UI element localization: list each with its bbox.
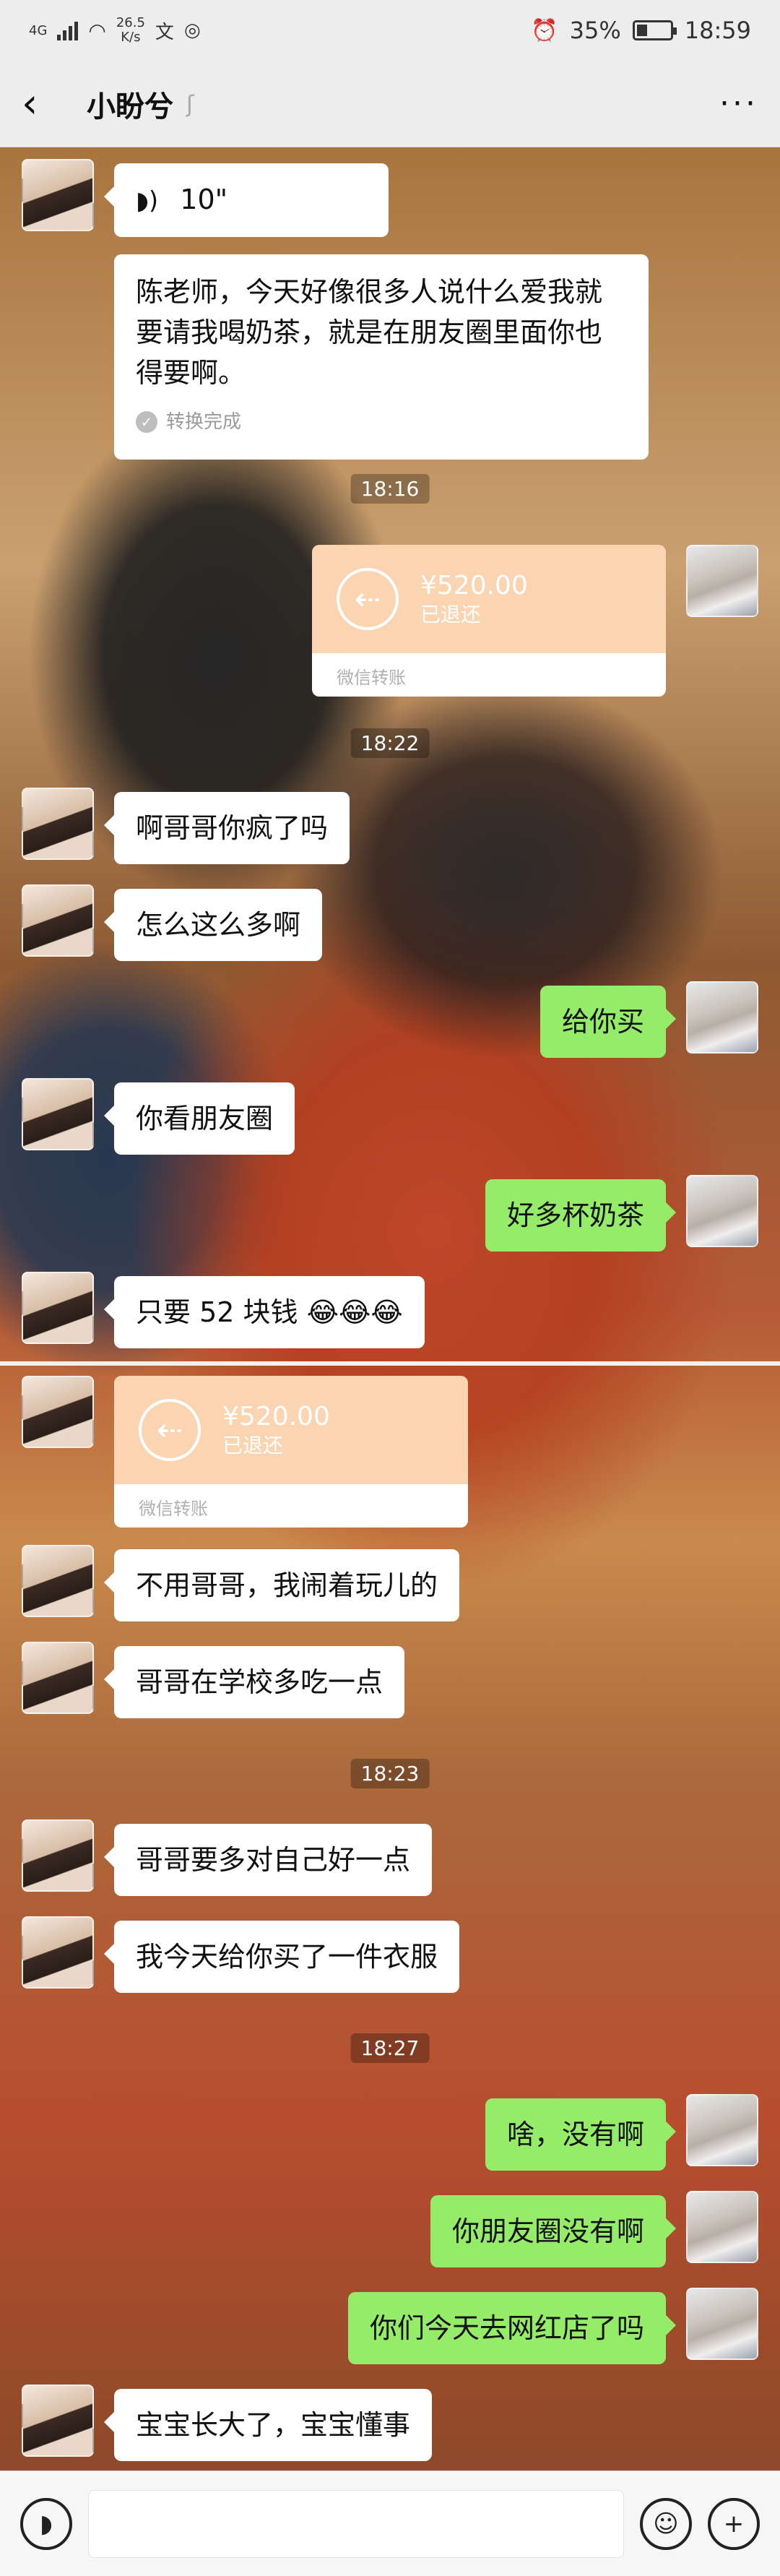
chat-header: ‹ 小盼兮 ʃ ··· xyxy=(0,61,780,147)
avatar[interactable] xyxy=(686,2191,758,2263)
avatar[interactable] xyxy=(22,1376,94,1448)
chevron-left-icon[interactable]: ‹ xyxy=(22,80,65,127)
message-input[interactable] xyxy=(88,2489,624,2558)
avatar[interactable] xyxy=(22,884,94,957)
avatar[interactable] xyxy=(22,159,94,231)
text-message[interactable]: 不用哥哥，我闹着玩儿的 xyxy=(103,1549,460,1621)
text-message[interactable]: 我今天给你买了一件衣服 xyxy=(103,1921,460,1993)
settings-icon: ◎ xyxy=(183,20,201,41)
chat-area[interactable]: ◗) 10" 陈老师，今天好像很多人说什么爱我就要请我喝奶茶，就是在朋友圈里面你… xyxy=(0,147,780,2471)
transcript-text: 陈老师，今天好像很多人说什么爱我就要请我喝奶茶，就是在朋友圈里面你也得要啊。 xyxy=(136,276,603,389)
avatar[interactable] xyxy=(686,981,758,1054)
voice-transcript: 陈老师，今天好像很多人说什么爱我就要请我喝奶茶，就是在朋友圈里面你也得要啊。 ✓… xyxy=(114,254,649,460)
check-icon: ✓ xyxy=(136,411,157,433)
avatar[interactable] xyxy=(22,1272,94,1344)
clock: 18:59 xyxy=(684,17,751,44)
return-arrow-icon: ⇠ xyxy=(337,568,399,630)
text-message[interactable]: 哥哥在学校多吃一点 xyxy=(103,1646,405,1718)
emoji-icon[interactable]: ☺ xyxy=(640,2497,692,2550)
input-bar: ◗ ☺ + xyxy=(0,2471,780,2576)
transfer-amount: ¥520.00 xyxy=(222,1402,330,1431)
message-text: 只要 52 块钱 xyxy=(136,1296,298,1328)
voice-duration: 10" xyxy=(180,184,228,215)
avatar[interactable] xyxy=(22,788,94,860)
timestamp: 18:27 xyxy=(350,2033,430,2063)
more-dots-icon[interactable]: ··· xyxy=(719,85,758,122)
convert-status-label: 转换完成 xyxy=(166,411,242,433)
text-message[interactable]: 你朋友圈没有啊 xyxy=(430,2195,677,2267)
avatar[interactable] xyxy=(22,1078,94,1150)
transfer-label: 微信转账 xyxy=(114,1484,468,1528)
timestamp: 18:22 xyxy=(350,728,430,758)
avatar[interactable] xyxy=(686,2094,758,2166)
text-message[interactable]: 你看朋友圈 xyxy=(103,1082,295,1155)
battery-icon xyxy=(632,20,677,40)
signal-icon xyxy=(57,20,79,40)
network-speed: 26.5 K/s xyxy=(116,15,145,45)
avatar[interactable] xyxy=(22,1545,94,1617)
alarm-icon: ⏰ xyxy=(531,17,558,43)
transfer-label: 微信转账 xyxy=(312,653,666,697)
transfer-card[interactable]: ⇠ ¥520.00 已退还 微信转账 xyxy=(114,1376,468,1528)
text-message[interactable]: 啊哥哥你疯了吗 xyxy=(103,792,350,864)
plus-icon[interactable]: + xyxy=(708,2497,760,2550)
battery-percent: 35% xyxy=(569,17,621,44)
network-label: 4G xyxy=(29,22,48,38)
text-message[interactable]: 啥，没有啊 xyxy=(485,2098,677,2171)
chat-title: 小盼兮 xyxy=(87,90,173,124)
text-message[interactable]: 你们今天去网红店了吗 xyxy=(347,2292,677,2364)
voice-icon[interactable]: ◗ xyxy=(20,2497,72,2550)
text-message[interactable]: 只要 52 块钱 😂😂😂 xyxy=(104,1276,425,1348)
transfer-card[interactable]: ⇠ ¥520.00 已退还 微信转账 xyxy=(312,545,666,697)
text-message[interactable]: 怎么这么多啊 xyxy=(103,889,323,961)
voice-message[interactable]: ◗) 10" xyxy=(104,163,389,237)
timestamp: 18:16 xyxy=(350,474,430,504)
screenshot-divider xyxy=(0,1361,780,1366)
text-message[interactable]: 哥哥要多对自己好一点 xyxy=(103,1824,433,1896)
transfer-amount: ¥520.00 xyxy=(420,571,528,600)
laugh-cry-emoji: 😂😂😂 xyxy=(306,1296,403,1328)
return-arrow-icon: ⇠ xyxy=(139,1399,201,1461)
wifi-icon: ◠ xyxy=(88,18,106,43)
avatar[interactable] xyxy=(22,1642,94,1714)
avatar[interactable] xyxy=(686,2288,758,2360)
ear-icon: ʃ xyxy=(186,90,194,118)
avatar[interactable] xyxy=(22,2385,94,2457)
voice-wave-icon: ◗) xyxy=(136,186,159,215)
text-message[interactable]: 给你买 xyxy=(540,986,677,1058)
avatar[interactable] xyxy=(22,1916,94,1989)
text-message[interactable]: 好多杯奶茶 xyxy=(485,1179,677,1252)
status-bar: 4G ◠ 26.5 K/s 文 ◎ ⏰ 35% 18:59 xyxy=(0,0,780,61)
avatar[interactable] xyxy=(686,545,758,617)
timestamp: 18:23 xyxy=(350,1759,430,1788)
transfer-status: 已退还 xyxy=(420,603,482,626)
avatar[interactable] xyxy=(22,1819,94,1892)
avatar[interactable] xyxy=(686,1175,758,1247)
app-notification-icon: 文 xyxy=(155,21,174,43)
transfer-status: 已退还 xyxy=(222,1434,284,1457)
convert-status: ✓ 转换完成 xyxy=(136,402,627,442)
text-message[interactable]: 宝宝长大了，宝宝懂事 xyxy=(103,2389,433,2461)
